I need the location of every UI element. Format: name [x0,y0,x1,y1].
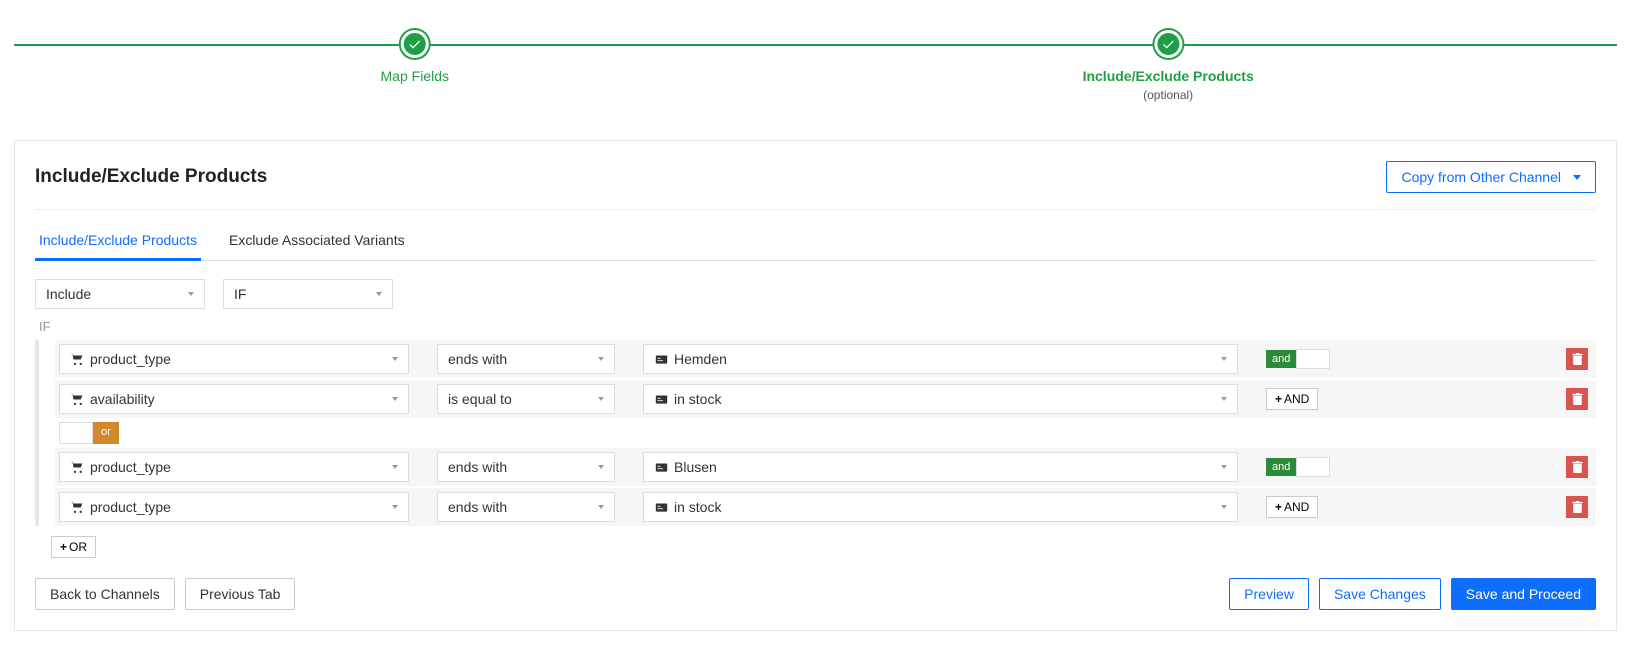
chevron-down-icon [598,357,604,361]
stepper: Map Fields Include/Exclude Products (opt… [14,30,1617,110]
text-icon [654,352,668,366]
rule-group: product_type ends with Hemden [35,340,1596,526]
condition-select[interactable]: IF [223,279,393,309]
chevron-down-icon [598,397,604,401]
cart-icon [70,460,84,474]
chevron-down-icon [1221,505,1227,509]
chevron-down-icon [392,465,398,469]
copy-channel-button[interactable]: Copy from Other Channel [1386,161,1596,193]
operator-select[interactable]: is equal to [437,384,615,414]
check-icon [1161,37,1175,51]
operator-select[interactable]: ends with [437,452,615,482]
chevron-down-icon [392,357,398,361]
rule-row: product_type ends with Hemden [55,340,1596,378]
if-label: IF [39,319,1596,334]
check-icon [408,37,422,51]
rule-row: availability is equal to in stock [55,380,1596,418]
rule-row: product_type ends with in stock [55,488,1596,526]
step-2-circle[interactable] [1154,30,1182,58]
preview-button[interactable]: Preview [1229,578,1309,610]
or-badge[interactable]: or [93,422,119,444]
page-title: Include/Exclude Products [35,166,267,188]
chevron-down-icon [1573,175,1581,180]
main-panel: Include/Exclude Products Copy from Other… [14,140,1617,631]
save-changes-button[interactable]: Save Changes [1319,578,1441,610]
text-icon [654,460,668,474]
field-select[interactable]: availability [59,384,409,414]
step-2-sub: (optional) [1083,88,1254,102]
mode-select[interactable]: Include [35,279,205,309]
rule-row: product_type ends with Blusen [55,448,1596,486]
cart-icon [70,392,84,406]
chevron-down-icon [598,505,604,509]
plus-icon: + [60,540,67,554]
text-icon [654,500,668,514]
cart-icon [70,352,84,366]
trash-icon [1572,501,1583,513]
tabs: Include/Exclude Products Exclude Associa… [35,222,1596,261]
chevron-down-icon [188,292,194,296]
text-icon [654,392,668,406]
step-1-label: Map Fields [381,68,449,84]
delete-button[interactable] [1566,456,1588,478]
plus-icon: + [1275,500,1282,514]
step-1-circle[interactable] [401,30,429,58]
trash-icon [1572,461,1583,473]
operator-select[interactable]: ends with [437,344,615,374]
field-select[interactable]: product_type [59,452,409,482]
step-2-label: Include/Exclude Products [1083,68,1254,84]
previous-tab-button[interactable]: Previous Tab [185,578,296,610]
value-select[interactable]: Blusen [643,452,1238,482]
copy-channel-label: Copy from Other Channel [1401,169,1561,185]
or-separator: or [55,422,1596,444]
footer: Back to Channels Previous Tab Preview Sa… [35,578,1596,610]
stepper-line [14,44,1617,46]
tab-include-exclude[interactable]: Include/Exclude Products [35,222,201,261]
bool-badge-and[interactable]: and [1266,349,1336,369]
cart-icon [70,500,84,514]
add-and-button[interactable]: + AND [1266,496,1318,518]
plus-icon: + [1275,392,1282,406]
delete-button[interactable] [1566,388,1588,410]
delete-button[interactable] [1566,348,1588,370]
chevron-down-icon [1221,465,1227,469]
tab-exclude-variants[interactable]: Exclude Associated Variants [225,222,409,261]
delete-button[interactable] [1566,496,1588,518]
chevron-down-icon [598,465,604,469]
chevron-down-icon [392,505,398,509]
trash-icon [1572,393,1583,405]
add-or-button[interactable]: + OR [51,536,96,558]
trash-icon [1572,353,1583,365]
value-select[interactable]: in stock [643,384,1238,414]
save-proceed-button[interactable]: Save and Proceed [1451,578,1596,610]
chevron-down-icon [1221,357,1227,361]
value-select[interactable]: in stock [643,492,1238,522]
chevron-down-icon [376,292,382,296]
chevron-down-icon [1221,397,1227,401]
back-channels-button[interactable]: Back to Channels [35,578,175,610]
bool-badge-and[interactable]: and [1266,457,1336,477]
chevron-down-icon [392,397,398,401]
field-select[interactable]: product_type [59,344,409,374]
add-and-button[interactable]: + AND [1266,388,1318,410]
field-select[interactable]: product_type [59,492,409,522]
value-select[interactable]: Hemden [643,344,1238,374]
operator-select[interactable]: ends with [437,492,615,522]
